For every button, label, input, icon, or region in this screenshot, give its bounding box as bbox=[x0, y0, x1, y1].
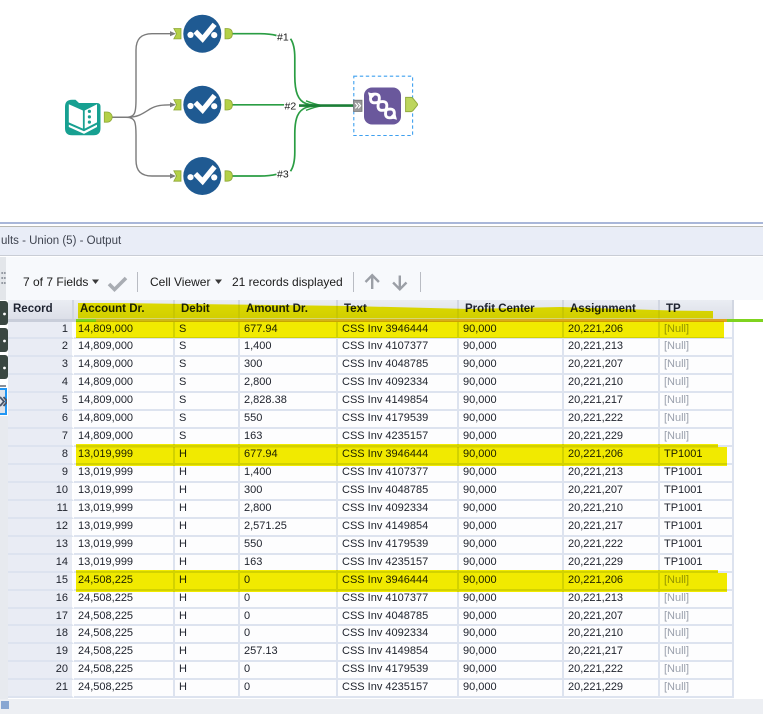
svg-text:#1: #1 bbox=[277, 32, 289, 44]
svg-text:#3: #3 bbox=[277, 169, 289, 181]
svg-text:#2: #2 bbox=[285, 100, 297, 112]
